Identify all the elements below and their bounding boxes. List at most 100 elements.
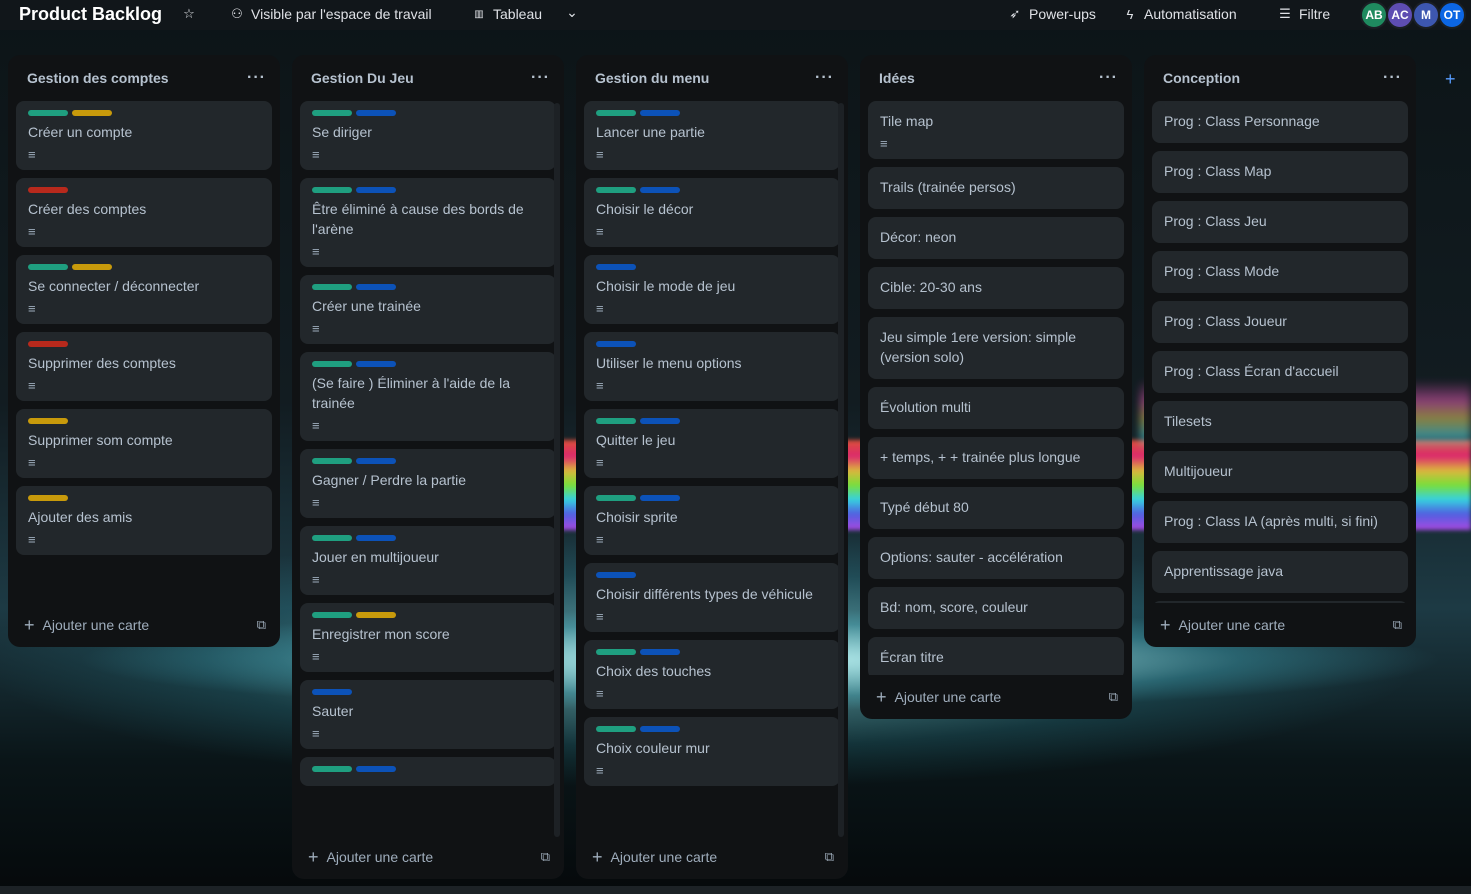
card-label-green[interactable] — [312, 458, 352, 464]
board-title[interactable]: Product Backlog — [19, 4, 162, 25]
list[interactable]: Gestion Du Jeu ··· Se diriger ≡ Être éliminé… — [292, 55, 564, 879]
card[interactable]: Créer un compte ≡ — [16, 101, 272, 170]
card[interactable]: Créer des comptes ≡ — [16, 178, 272, 247]
card-template-icon[interactable]: ⧉ — [1393, 617, 1402, 633]
card[interactable]: Enregistrer mon score ≡ — [300, 603, 556, 672]
card[interactable]: Multijoueur — [1152, 451, 1408, 493]
view-switcher-button[interactable]: ▥ Tableau — [472, 6, 542, 22]
card-label-green[interactable] — [312, 110, 352, 116]
more-icon[interactable]: ··· — [1383, 69, 1402, 87]
card-label-yellow[interactable] — [28, 495, 68, 501]
card[interactable]: Prog : Class Jeu — [1152, 201, 1408, 243]
card-label-green[interactable] — [28, 110, 68, 116]
card[interactable]: Choisir différents types de véhicule ≡ — [584, 563, 840, 632]
card-label-blue[interactable] — [312, 689, 352, 695]
list-scrollbar[interactable] — [554, 103, 560, 837]
card-label-green[interactable] — [596, 110, 636, 116]
card-label-yellow[interactable] — [28, 418, 68, 424]
card[interactable]: Cible: 20-30 ans — [868, 267, 1124, 309]
card[interactable]: Décor: neon — [868, 217, 1124, 259]
automation-button[interactable]: ϟ Automatisation — [1123, 6, 1237, 22]
card[interactable]: Être éliminé à cause des bords de l'arèn… — [300, 178, 556, 267]
add-card-button[interactable]: + Ajouter une carte — [308, 848, 433, 866]
card[interactable]: Prog : Class Joueur — [1152, 301, 1408, 343]
list-title[interactable]: Gestion des comptes — [27, 70, 169, 86]
card-label-blue[interactable] — [640, 187, 680, 193]
card[interactable]: Apprentissage java — [1152, 551, 1408, 593]
more-icon[interactable]: ··· — [531, 69, 550, 87]
card[interactable]: Choix des touches ≡ — [584, 640, 840, 709]
card-label-green[interactable] — [596, 726, 636, 732]
card-template-icon[interactable]: ⧉ — [541, 849, 550, 865]
filter-button[interactable]: ☰ Filtre — [1278, 6, 1330, 22]
list[interactable]: Idées ··· Tile map ≡ Trails (trainée persos)… — [860, 55, 1132, 719]
add-card-button[interactable]: + Ajouter une carte — [24, 616, 149, 634]
card[interactable]: Supprimer som compte ≡ — [16, 409, 272, 478]
list-scrollbar[interactable] — [838, 103, 844, 837]
card[interactable]: Supprimer des comptes ≡ — [16, 332, 272, 401]
card[interactable]: Utiliser le menu options ≡ — [584, 332, 840, 401]
card-label-green[interactable] — [596, 495, 636, 501]
card[interactable]: Jouer en multijoueur ≡ — [300, 526, 556, 595]
card-template-icon[interactable]: ⧉ — [825, 849, 834, 865]
card-label-green[interactable] — [28, 264, 68, 270]
horizontal-scrollbar[interactable] — [0, 886, 1471, 894]
card-template-icon[interactable]: ⧉ — [257, 617, 266, 633]
card[interactable]: Trails (trainée persos) — [868, 167, 1124, 209]
card-label-red[interactable] — [28, 341, 68, 347]
add-card-button[interactable]: + Ajouter une carte — [876, 688, 1001, 706]
card-label-yellow[interactable] — [72, 264, 112, 270]
card[interactable]: Prog : Class Personnage — [1152, 101, 1408, 143]
list-title[interactable]: Conception — [1163, 70, 1240, 86]
card[interactable]: Choisir le décor ≡ — [584, 178, 840, 247]
visibility-button[interactable]: ⚇ Visible par l'espace de travail — [230, 6, 431, 22]
card[interactable]: Écran titre — [868, 637, 1124, 675]
card-label-blue[interactable] — [640, 726, 680, 732]
avatar[interactable]: OT — [1438, 1, 1466, 29]
card[interactable]: Prog : Class IA (après multi, si fini) — [1152, 501, 1408, 543]
card[interactable]: Choix couleur mur ≡ — [584, 717, 840, 786]
card-label-blue[interactable] — [356, 535, 396, 541]
card[interactable]: Prog : Class Map — [1152, 151, 1408, 193]
card-label-green[interactable] — [312, 535, 352, 541]
add-card-button[interactable]: + Ajouter une carte — [1160, 616, 1285, 634]
card-label-green[interactable] — [312, 187, 352, 193]
card-label-green[interactable] — [596, 649, 636, 655]
card[interactable]: Jeu simple 1ere version: simple (version… — [868, 317, 1124, 379]
card-label-green[interactable] — [312, 361, 352, 367]
card[interactable]: Typé début 80 — [868, 487, 1124, 529]
card-label-green[interactable] — [312, 612, 352, 618]
card-label-blue[interactable] — [640, 649, 680, 655]
card-template-icon[interactable]: ⧉ — [1109, 689, 1118, 705]
card[interactable]: Se connecter / déconnecter ≡ — [16, 255, 272, 324]
card[interactable]: Sauter ≡ — [300, 680, 556, 749]
list-title[interactable]: Gestion Du Jeu — [311, 70, 414, 86]
list-header[interactable]: Gestion des comptes ··· — [8, 55, 280, 101]
card[interactable]: Prog : Class Écran d'accueil — [1152, 351, 1408, 393]
avatar[interactable]: AB — [1360, 1, 1388, 29]
card[interactable]: Tilesets — [1152, 401, 1408, 443]
card-label-blue[interactable] — [356, 458, 396, 464]
star-icon[interactable]: ☆ — [182, 6, 196, 22]
card-label-blue[interactable] — [356, 110, 396, 116]
card[interactable]: Choisir le mode de jeu ≡ — [584, 255, 840, 324]
card-label-blue[interactable] — [356, 361, 396, 367]
add-card-button[interactable]: + Ajouter une carte — [592, 848, 717, 866]
card[interactable]: Se diriger ≡ — [300, 101, 556, 170]
more-icon[interactable]: ··· — [1099, 69, 1118, 87]
card[interactable]: Options: sauter - accélération — [868, 537, 1124, 579]
card[interactable]: Ajouter des amis ≡ — [16, 486, 272, 555]
card-label-green[interactable] — [312, 284, 352, 290]
card[interactable]: Lancer une partie ≡ — [584, 101, 840, 170]
card[interactable]: Gagner / Perdre la partie ≡ — [300, 449, 556, 518]
card[interactable]: + temps, + + trainée plus longue — [868, 437, 1124, 479]
powerups-button[interactable]: ➶ Power-ups — [1008, 6, 1096, 22]
card[interactable]: Évolution multi — [868, 387, 1124, 429]
add-list-button[interactable]: + — [1445, 69, 1456, 90]
avatar[interactable]: AC — [1386, 1, 1414, 29]
card-label-blue[interactable] — [640, 495, 680, 501]
more-icon[interactable]: ··· — [815, 69, 834, 87]
list-header[interactable]: Gestion Du Jeu ··· — [292, 55, 564, 101]
list-header[interactable]: Idées ··· — [860, 55, 1132, 101]
card-label-green[interactable] — [596, 187, 636, 193]
